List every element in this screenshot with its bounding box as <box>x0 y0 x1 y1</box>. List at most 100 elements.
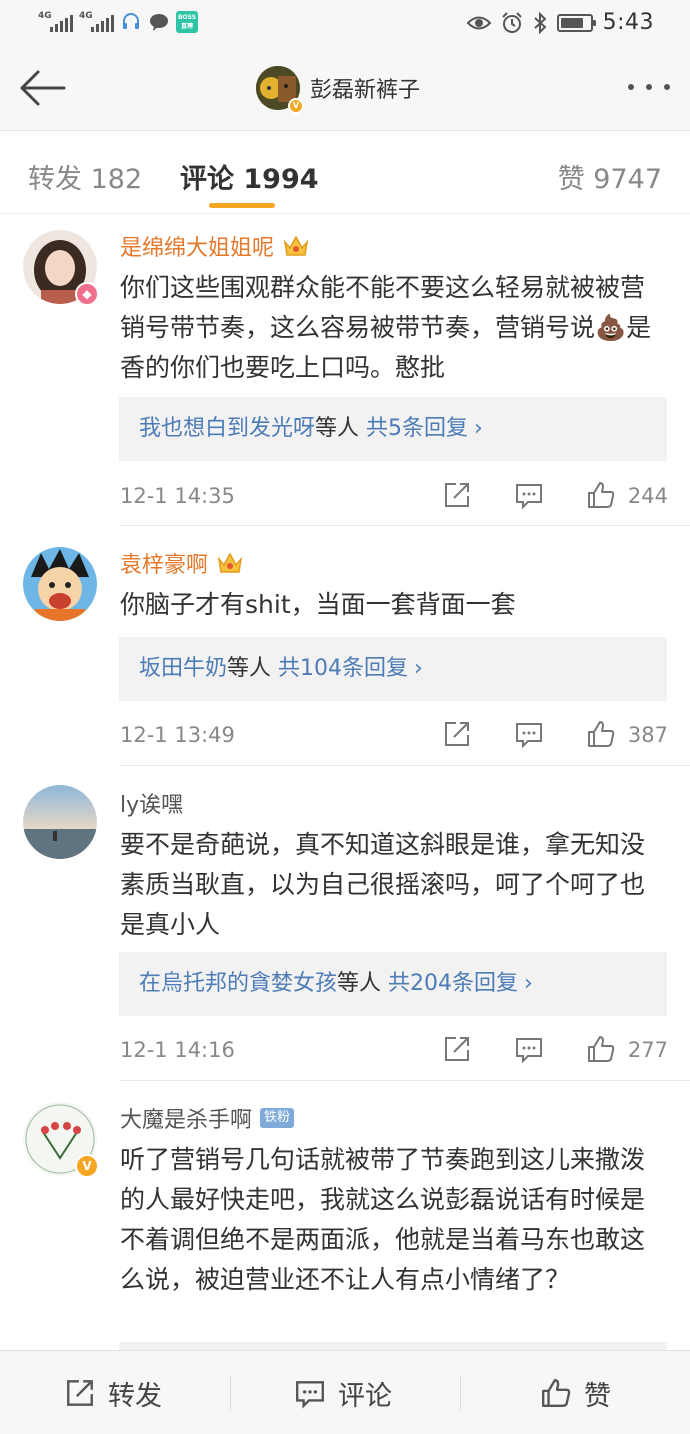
active-tab-indicator <box>209 203 275 208</box>
comment-text: 你脑子才有shit，当面一套背面一套 <box>120 590 516 619</box>
boss-app-icon: BOSS 直聘 <box>176 11 198 33</box>
username-text[interactable]: 是绵绵大姐姐呢 <box>120 230 274 262</box>
reply-users[interactable]: 坂田牛奶 <box>139 656 227 681</box>
page-title: 彭磊新裤子 <box>310 78 421 103</box>
comment-item: 袁梓豪啊 你脑子才有shit，当面一套背面一套 坂田牛奶等人 共104条回复 › … <box>0 527 690 767</box>
divider <box>230 1375 231 1411</box>
like-label: 赞 <box>584 1380 611 1412</box>
username[interactable]: ly诶嘿 <box>120 787 183 819</box>
status-right: 5:43 <box>466 10 654 35</box>
replies-preview[interactable]: 我也想白到发光呀等人 共5条回复 › <box>119 397 667 461</box>
bottom-action-bar: 转发 评论 赞 <box>0 1350 690 1434</box>
author-avatar[interactable]: V <box>256 66 304 114</box>
timestamp: 12-1 14:16 <box>120 1038 235 1062</box>
divider <box>120 1080 690 1081</box>
verified-badge-icon: V <box>75 1154 99 1178</box>
top-nav: V 彭磊新裤子 <box>0 46 690 131</box>
network-type: 4G <box>38 11 52 21</box>
bluetooth-icon <box>533 11 547 34</box>
signal-icon: 4G <box>79 11 114 32</box>
headset-icon <box>120 11 142 33</box>
status-left: 4G 4G BOSS 直聘 <box>38 11 198 33</box>
repost-label: 转发 <box>108 1380 162 1412</box>
tab-like[interactable]: 赞 9747 <box>558 157 662 196</box>
divider <box>120 525 690 526</box>
avatar[interactable]: V <box>23 1102 99 1178</box>
fan-badge: 铁粉 <box>260 1108 295 1128</box>
comment-icon <box>296 1381 324 1409</box>
divider <box>460 1375 461 1411</box>
thumbs-up-icon[interactable] <box>586 480 616 510</box>
comment-meta: 12-1 14:16 277 <box>120 1034 668 1070</box>
username-text[interactable]: 袁梓豪啊 <box>120 547 208 579</box>
chat-bubble-icon <box>148 11 170 33</box>
comment-text: 听了营销号几句话就被带了节奏跑到这儿来撒泼的人最好快走吧，我就这么说彭磊说话有时… <box>120 1145 646 1294</box>
like-count: 387 <box>627 723 668 747</box>
chevron-right-icon: › <box>524 971 533 996</box>
comment-text: 你们这些围观群众能不能不要这么轻易就被被营销号带节奏，这么容易被带节奏，营销号说… <box>120 273 652 382</box>
thumbs-up-icon <box>542 1379 571 1407</box>
comment-item: V 大魔是杀手啊 铁粉 听了营销号几句话就被带了节奏跑到这儿来撒泼的人最好快走吧… <box>0 1082 690 1350</box>
like-count: 244 <box>627 484 668 508</box>
divider <box>120 765 690 766</box>
comment-text: 要不是奇葩说，真不知道这斜眼是谁，拿无知没素质当耿直，以为自己很摇滚吗，呵了个呵… <box>120 830 646 939</box>
alarm-icon <box>501 11 522 33</box>
share-icon[interactable] <box>442 480 472 510</box>
thumbs-up-icon[interactable] <box>586 1034 616 1064</box>
avatar[interactable]: ◆ <box>23 230 99 306</box>
username-text[interactable]: ly诶嘿 <box>120 787 183 819</box>
username[interactable]: 是绵绵大姐姐呢 <box>120 230 310 262</box>
arrow-left-icon[interactable] <box>18 68 68 108</box>
comment-meta: 12-1 13:49 387 <box>120 719 668 755</box>
crown-icon <box>217 552 243 573</box>
tab-comment[interactable]: 评论 1994 <box>180 157 319 196</box>
repost-button[interactable]: 转发 <box>64 1351 162 1434</box>
battery-icon <box>556 13 596 32</box>
clock: 5:43 <box>602 10 654 35</box>
comment-meta: 12-1 14:35 244 <box>120 480 668 516</box>
avatar[interactable] <box>23 547 97 621</box>
eye-icon <box>466 16 491 29</box>
reply-connector: 等人 <box>315 416 360 441</box>
share-icon[interactable] <box>442 1034 472 1064</box>
comment-item: ◆ 是绵绵大姐姐呢 你们这些围观群众能不能不要这么轻易就被被营销号带节奏，这么容… <box>0 214 690 527</box>
network-type: 4G <box>79 11 93 21</box>
username-text[interactable]: 大魔是杀手啊 <box>120 1102 252 1134</box>
reply-users[interactable]: 我也想白到发光呀 <box>139 416 315 441</box>
replies-preview[interactable]: 坂田牛奶等人 共104条回复 › <box>119 637 667 701</box>
reply-count[interactable]: 共5条回复 <box>366 416 468 441</box>
comment-button[interactable]: 评论 <box>294 1351 392 1434</box>
reply-users[interactable]: 在烏托邦的貪婪女孩 <box>139 971 337 996</box>
reply-count[interactable]: 共204条回复 <box>388 971 518 996</box>
post-author[interactable]: V 彭磊新裤子 <box>256 66 421 114</box>
verified-badge-icon: V <box>288 98 304 114</box>
comment-icon[interactable] <box>514 480 544 510</box>
username[interactable]: 袁梓豪啊 <box>120 547 244 579</box>
comment-icon[interactable] <box>514 1034 544 1064</box>
comment-icon[interactable] <box>514 719 544 749</box>
comment-item: ly诶嘿 要不是奇葩说，真不知道这斜眼是谁，拿无知没素质当耿直，以为自己很摇滚吗… <box>0 767 690 1082</box>
crown-icon <box>283 235 309 256</box>
replies-preview[interactable]: 在烏托邦的貪婪女孩等人 共204条回复 › <box>119 952 667 1016</box>
timestamp: 12-1 14:35 <box>120 484 235 508</box>
tab-bar: 转发 182 评论 1994 赞 9747 <box>0 131 690 214</box>
reply-count[interactable]: 共104条回复 <box>278 656 408 681</box>
share-icon <box>67 1380 93 1406</box>
like-button[interactable]: 赞 <box>540 1351 611 1434</box>
avatar[interactable] <box>23 785 97 859</box>
signal-icon: 4G <box>38 11 73 32</box>
thumbs-up-icon[interactable] <box>586 719 616 749</box>
reply-connector: 等人 <box>227 656 272 681</box>
like-count: 277 <box>627 1038 668 1062</box>
replies-preview[interactable] <box>119 1342 667 1350</box>
share-icon[interactable] <box>442 719 472 749</box>
comment-label: 评论 <box>338 1380 392 1412</box>
username[interactable]: 大魔是杀手啊 铁粉 <box>120 1102 295 1134</box>
reply-connector: 等人 <box>337 971 382 996</box>
chevron-right-icon: › <box>474 416 483 441</box>
status-bar: 4G 4G BOSS 直聘 5:43 <box>0 0 690 46</box>
chevron-right-icon: › <box>414 656 423 681</box>
tab-repost[interactable]: 转发 182 <box>28 157 142 196</box>
more-dots-icon[interactable] <box>628 84 670 90</box>
timestamp: 12-1 13:49 <box>120 723 235 747</box>
